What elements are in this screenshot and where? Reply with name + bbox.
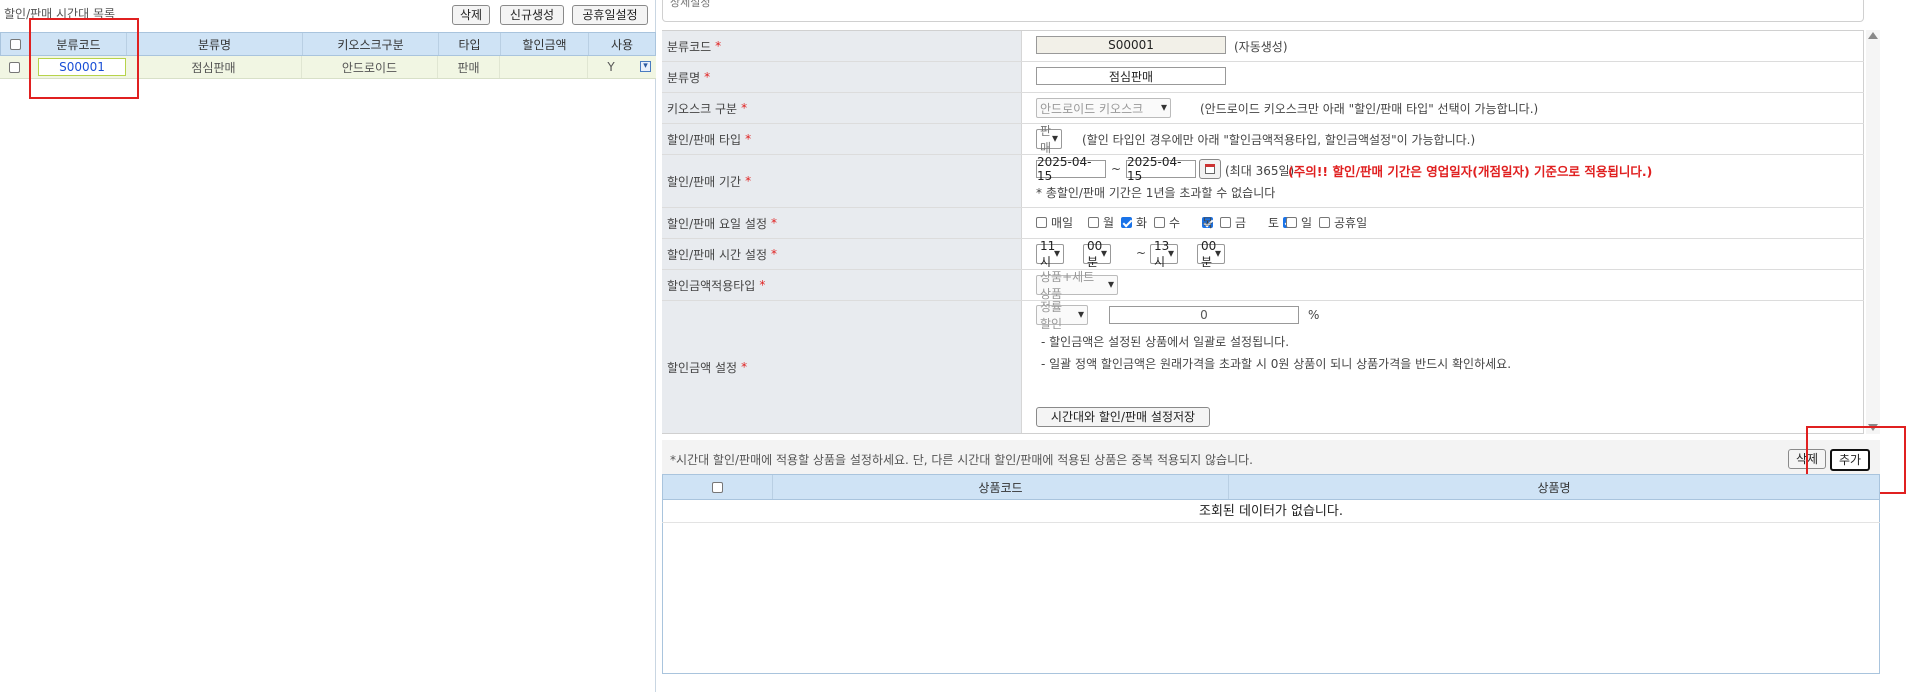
discount-value-input[interactable]: 0	[1109, 306, 1299, 324]
holiday-setting-button[interactable]: 공휴일설정	[572, 5, 648, 25]
kiosk-select[interactable]: 안드로이드 키오스크	[1036, 98, 1171, 118]
period-warning: (주의!! 할인/판매 기간은 영업일자(개점일자) 기준으로 적용됩니다.)	[1288, 164, 1653, 179]
row-use-cell[interactable]: Y	[588, 56, 634, 78]
type-select[interactable]: 판매	[1036, 124, 1062, 155]
label-apply-type: 할인금액적용타입 *	[662, 270, 1022, 300]
label-type: 할인/판매 타입 *	[662, 124, 1022, 154]
day-checkbox-wed[interactable]	[1154, 217, 1165, 228]
product-select-all-checkbox[interactable]	[712, 481, 723, 493]
label-code: 분류코드 *	[662, 31, 1022, 61]
row-checkbox[interactable]	[9, 61, 20, 73]
row-kiosk-cell[interactable]: 안드로이드	[302, 56, 438, 78]
header-select-all[interactable]	[1, 33, 31, 55]
day-label-wed: 수	[1169, 216, 1181, 230]
col-header-product-name[interactable]: 상품명	[1229, 475, 1879, 499]
amount-note-1: - 할인금액은 설정된 상품에서 일괄로 설정됩니다.	[1041, 335, 1290, 349]
discount-unit: %	[1308, 308, 1320, 322]
label-time: 할인/판매 시간 설정 *	[662, 239, 1022, 269]
day-label-fri: 금	[1235, 216, 1247, 230]
row-select-cell[interactable]	[0, 56, 30, 78]
col-header-amount[interactable]: 할인금액	[501, 33, 589, 55]
end-hour-select[interactable]: 13시	[1150, 239, 1178, 269]
label-period: 할인/판매 기간 *	[662, 155, 1022, 207]
product-empty-message: 조회된 데이터가 없습니다.	[662, 502, 1880, 523]
new-create-button[interactable]: 신규생성	[500, 5, 564, 25]
day-label-holiday: 공휴일	[1334, 216, 1368, 230]
product-grid-header: 상품코드 상품명	[662, 474, 1880, 500]
product-info-text: *시간대 할인/판매에 적용할 상품을 설정하세요. 단, 다른 시간대 할인/…	[670, 453, 1253, 467]
day-label-sun: 일	[1301, 216, 1313, 230]
row-name-cell[interactable]: 점심판매	[126, 56, 302, 78]
row-amount-cell[interactable]	[500, 56, 588, 78]
period-end-input[interactable]: 2025-04-15	[1126, 155, 1196, 183]
label-kiosk: 키오스크 구분 *	[662, 93, 1022, 123]
form-row-kiosk: 키오스크 구분* 안드로이드 키오스크 (안드로이드 키오스크만 아래 "할인/…	[662, 93, 1864, 124]
type-note: (할인 타입인 경우에만 아래 "할인금액적용타입, 할인금액설정"이 가능합니…	[1082, 133, 1476, 147]
apply-type-select[interactable]: 상품+세트상품	[1036, 270, 1118, 301]
save-setting-button[interactable]: 시간대와 할인/판매 설정저장	[1036, 407, 1210, 427]
day-label-sat: 토	[1268, 216, 1280, 230]
left-delete-button[interactable]: 삭제	[452, 5, 490, 25]
col-header-product-code[interactable]: 상품코드	[773, 475, 1229, 499]
form-row-days: 할인/판매 요일 설정 * 매일 월 화 수 목 금 토 일 공휴일	[662, 208, 1864, 239]
code-field: S00001	[1036, 36, 1226, 54]
form-row-amount: 할인금액 설정* 정률할인 0 % - 할인금액은 설정된 상품에서 일괄로 설…	[662, 300, 1864, 433]
col-header-use[interactable]: 사용	[589, 33, 655, 55]
day-label-thu: 목	[1202, 216, 1214, 230]
use-dropdown-icon[interactable]: ▾	[640, 61, 651, 72]
day-checkbox-tue[interactable]	[1121, 217, 1132, 228]
row-type-cell[interactable]: 판매	[438, 56, 500, 78]
day-label-daily: 매일	[1051, 216, 1074, 230]
calendar-icon[interactable]	[1199, 159, 1221, 179]
form-row-period: 할인/판매 기간 * 2025-04-15 ~ 2025-04-15 (최대 36…	[662, 155, 1864, 208]
period-max-note: (최대 365일)	[1225, 164, 1295, 178]
section-title-box	[662, 0, 1864, 22]
select-all-checkbox[interactable]	[10, 38, 21, 50]
day-label-tue: 화	[1136, 216, 1148, 230]
day-checkbox-fri[interactable]	[1220, 217, 1231, 228]
period-separator: ~	[1111, 162, 1122, 176]
period-sub-note: * 총할인/판매 기간은 1년을 초과할 수 없습니다	[1036, 186, 1276, 200]
start-hour-select[interactable]: 11시	[1036, 239, 1064, 269]
label-amount: 할인금액 설정 *	[662, 301, 1022, 433]
scroll-up-arrow-icon[interactable]	[1868, 32, 1878, 39]
col-header-type[interactable]: 타입	[439, 33, 501, 55]
form-scrollbar[interactable]	[1866, 30, 1880, 434]
form-row-code: 분류코드 * S00001 (자동생성)	[662, 31, 1864, 62]
highlight-box-code	[29, 18, 139, 99]
form-row-type: 할인/판매 타입* 판매 (할인 타입인 경우에만 아래 "할인금액적용타입, …	[662, 124, 1864, 155]
day-checkbox-daily[interactable]	[1036, 217, 1047, 228]
label-name: 분류명 *	[662, 62, 1022, 92]
product-select-all[interactable]	[663, 475, 773, 499]
left-panel	[0, 0, 656, 692]
day-label-mon: 월	[1103, 216, 1115, 230]
product-grid-body	[662, 500, 1880, 674]
form-row-apply-type: 할인금액적용타입 * 상품+세트상품	[662, 270, 1864, 301]
period-start-input[interactable]: 2025-04-15	[1036, 155, 1106, 183]
discount-mode-select[interactable]: 정률할인	[1036, 300, 1088, 331]
day-checkbox-mon[interactable]	[1088, 217, 1099, 228]
form-row-time: 할인/판매 시간 설정* 11시 00분 ~ 13시 00분	[662, 239, 1864, 270]
day-checkbox-holiday[interactable]	[1319, 217, 1330, 228]
form-row-name: 분류명 * 점심판매	[662, 62, 1864, 93]
name-input[interactable]: 점심판매	[1036, 67, 1226, 85]
amount-note-2: - 일괄 정액 할인금액은 원래가격을 초과할 시 0원 상품이 되니 상품가격…	[1041, 357, 1512, 371]
time-separator: ~	[1136, 246, 1147, 260]
col-header-name[interactable]: 분류명	[127, 33, 303, 55]
section-title: 상세설정	[670, 0, 711, 9]
day-checkbox-sun[interactable]	[1286, 217, 1297, 228]
end-minute-select[interactable]: 00분	[1197, 239, 1225, 269]
col-header-kiosk[interactable]: 키오스크구분	[303, 33, 439, 55]
code-auto-note: (자동생성)	[1234, 40, 1288, 54]
label-days: 할인/판매 요일 설정 *	[662, 208, 1022, 238]
start-minute-select[interactable]: 00분	[1083, 239, 1111, 269]
kiosk-note: (안드로이드 키오스크만 아래 "할인/판매 타입" 선택이 가능합니다.)	[1200, 102, 1539, 116]
